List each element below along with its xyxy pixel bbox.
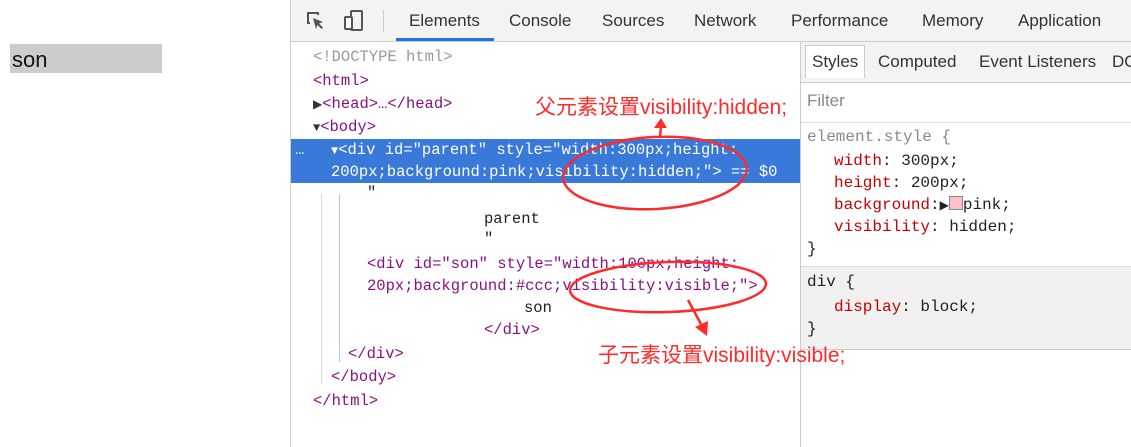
color-swatch-icon[interactable] bbox=[948, 196, 963, 210]
element-style-selector: element.style { bbox=[807, 128, 952, 146]
tab-styles[interactable]: Styles bbox=[805, 45, 866, 78]
tree-son-div-line2[interactable]: 20px;background:#ccc;visibility:visible;… bbox=[367, 275, 758, 297]
devtools-panel: Elements Console Sources Network Perform… bbox=[291, 0, 1131, 447]
styles-pane: Styles Computed Event Listeners DO Filte… bbox=[801, 42, 1131, 447]
active-tab-indicator bbox=[396, 38, 494, 41]
son-element[interactable]: son bbox=[10, 44, 162, 73]
tree-son-text[interactable]: son bbox=[524, 297, 552, 319]
annotation-parent-note: 父元素设置visibility:hidden; bbox=[535, 96, 788, 119]
tab-application[interactable]: Application bbox=[1018, 11, 1101, 31]
tab-sources[interactable]: Sources bbox=[602, 11, 664, 31]
style-rule-background[interactable]: background:▶ pink; bbox=[834, 194, 1011, 216]
tree-doctype[interactable]: <!DOCTYPE html> bbox=[313, 46, 453, 68]
device-toggle-icon[interactable] bbox=[343, 10, 365, 32]
tree-html-open[interactable]: <html> bbox=[313, 70, 369, 92]
tab-network[interactable]: Network bbox=[694, 11, 756, 31]
devtools-toolbar: Elements Console Sources Network Perform… bbox=[291, 0, 1131, 42]
style-rule-height[interactable]: height: 200px; bbox=[834, 172, 968, 194]
style-rule-width[interactable]: width: 300px; bbox=[834, 150, 959, 172]
tree-head[interactable]: ▶<head>…</head> bbox=[313, 93, 452, 115]
tab-dom-breakpoints[interactable]: DO bbox=[1112, 52, 1131, 72]
expand-triangle-icon[interactable]: ▶ bbox=[313, 98, 322, 112]
page-viewport: son bbox=[0, 0, 291, 447]
annotation-son-note: 子元素设置visibility:visible; bbox=[598, 344, 846, 367]
element-style-close: } bbox=[807, 240, 817, 258]
tree-son-div-line1[interactable]: <div id="son" style="width:100px;height: bbox=[367, 253, 739, 275]
toolbar-separator bbox=[383, 10, 384, 32]
tab-computed[interactable]: Computed bbox=[878, 52, 956, 72]
div-style-rule: div { display: block; } bbox=[801, 266, 1131, 350]
tab-event-listeners[interactable]: Event Listeners bbox=[979, 52, 1096, 72]
tree-parent-close[interactable]: </div> bbox=[348, 343, 404, 365]
styles-subtabs: Styles Computed Event Listeners DO bbox=[801, 42, 1131, 83]
indent-guide bbox=[339, 194, 340, 362]
tree-parent-div-line2: 200px;background:pink;visibility:hidden;… bbox=[331, 163, 778, 181]
inspect-element-icon[interactable] bbox=[305, 10, 327, 32]
tree-parent-div-line1: ▼<div id="parent" style="width:300px;hei… bbox=[331, 141, 739, 159]
selected-node-parent-div[interactable]: … ▼<div id="parent" style="width:300px;h… bbox=[291, 139, 800, 183]
tab-console[interactable]: Console bbox=[509, 11, 571, 31]
styles-filter-input[interactable]: Filter bbox=[807, 91, 845, 111]
style-rule-display[interactable]: display: block; bbox=[834, 296, 978, 318]
tab-elements[interactable]: Elements bbox=[409, 11, 480, 31]
div-rule-close: } bbox=[807, 320, 817, 338]
tab-memory[interactable]: Memory bbox=[922, 11, 983, 31]
tab-performance[interactable]: Performance bbox=[791, 11, 888, 31]
tree-parent-text[interactable]: parent bbox=[484, 208, 540, 230]
tree-html-close[interactable]: </html> bbox=[313, 390, 378, 412]
indent-guide bbox=[321, 194, 322, 384]
tree-text-quote: " bbox=[367, 184, 377, 202]
div-rule-selector: div { bbox=[807, 273, 856, 291]
tree-son-close[interactable]: </div> bbox=[484, 319, 540, 341]
style-rule-visibility[interactable]: visibility: hidden; bbox=[834, 216, 1016, 238]
node-ellipsis[interactable]: … bbox=[295, 139, 304, 161]
expand-triangle-icon[interactable]: ▶ bbox=[940, 199, 949, 213]
tree-body-open[interactable]: ▼<body> bbox=[313, 116, 376, 138]
divider bbox=[801, 122, 1131, 123]
tree-body-close[interactable]: </body> bbox=[331, 366, 396, 388]
tree-text-quote: " bbox=[484, 230, 494, 248]
